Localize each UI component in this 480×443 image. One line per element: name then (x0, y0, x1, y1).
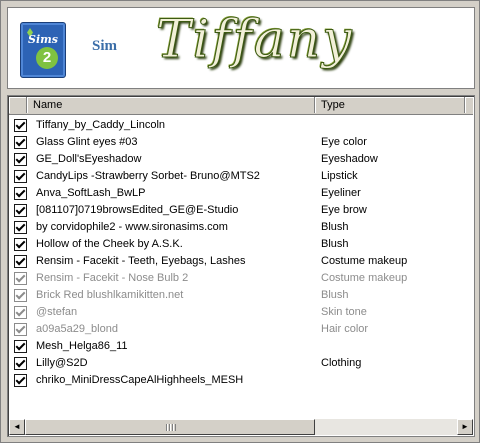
row-type: Blush (321, 289, 349, 301)
row-checkbox[interactable] (14, 374, 27, 387)
row-type: Hair color (321, 323, 369, 335)
row-name: GE_Doll'sEyeshadow (36, 153, 142, 165)
row-type: Costume makeup (321, 255, 408, 267)
row-checkbox[interactable] (14, 357, 27, 370)
row-checkbox[interactable] (14, 238, 27, 251)
row-checkbox[interactable] (14, 136, 27, 149)
table-row[interactable]: Hollow of the Cheek by A.S.K. Blush (9, 236, 473, 253)
table-row[interactable]: [081107]0719browsEdited_GE@E-Studio Eye b… (9, 202, 473, 219)
row-type: Blush (321, 221, 349, 233)
row-type: Lipstick (321, 170, 358, 182)
horizontal-scrollbar[interactable]: ◄ ► (9, 419, 473, 435)
row-type: Eye color (321, 136, 367, 148)
column-header-name[interactable]: Name (27, 97, 315, 113)
table-row[interactable]: a09a5a29_blond Hair color (9, 321, 473, 338)
table-row[interactable]: Glass Glint eyes #03 Eye color (9, 134, 473, 151)
row-name: Anva_SoftLash_BwLP (36, 187, 146, 199)
sims2-logo-icon: Sims 2 (20, 22, 66, 78)
sim-name-title: Tiffany (156, 10, 354, 71)
row-checkbox[interactable] (14, 187, 27, 200)
scroll-right-button[interactable]: ► (457, 419, 473, 435)
row-type: Blush (321, 238, 349, 250)
row-name: Brick Red blushlkamikitten.net (36, 289, 184, 301)
row-name: Hollow of the Cheek by A.S.K. (36, 238, 183, 250)
logo-number: 2 (36, 47, 58, 69)
row-name: Rensim - Facekit - Teeth, Eyebags, Lashe… (36, 255, 246, 267)
row-checkbox[interactable] (14, 204, 27, 217)
column-header-filler (465, 97, 473, 113)
sim-label: Sim (92, 38, 118, 54)
scrollbar-thumb[interactable] (25, 419, 315, 435)
table-row[interactable]: Lilly@S2D Clothing (9, 355, 473, 372)
row-checkbox[interactable] (14, 272, 27, 285)
row-name: [081107]0719browsEdited_GE@E-Studio (36, 204, 239, 216)
row-checkbox[interactable] (14, 323, 27, 336)
column-header-check[interactable] (9, 97, 27, 113)
header-banner: Sims 2 Sim Tiffany (7, 7, 475, 89)
row-checkbox[interactable] (14, 340, 27, 353)
row-checkbox[interactable] (14, 289, 27, 302)
row-name: chriko_MiniDressCapeAlHighheels_MESH (36, 374, 244, 386)
row-name: Glass Glint eyes #03 (36, 136, 138, 148)
table-row[interactable]: Rensim - Facekit - Nose Bulb 2 Costume ma… (9, 270, 473, 287)
row-name: a09a5a29_blond (36, 323, 118, 335)
row-type: Skin tone (321, 306, 367, 318)
package-list-view[interactable]: Name Type Tiffany_by_Caddy_Lincoln Glass … (7, 95, 475, 437)
table-row[interactable]: CandyLips -Strawberry Sorbet- Bruno@MTS2… (9, 168, 473, 185)
row-name: CandyLips -Strawberry Sorbet- Bruno@MTS2 (36, 170, 260, 182)
grip-icon (166, 424, 176, 431)
row-type: Eye brow (321, 204, 367, 216)
row-name: Lilly@S2D (36, 357, 88, 369)
table-row[interactable]: Rensim - Facekit - Teeth, Eyebags, Lashe… (9, 253, 473, 270)
row-type: Clothing (321, 357, 362, 369)
window-frame: Sims 2 Sim Tiffany Name Type Tiffany_by_… (0, 0, 480, 443)
row-name: Mesh_Helga86_11 (36, 340, 128, 352)
table-row[interactable]: Anva_SoftLash_BwLP Eyeliner (9, 185, 473, 202)
row-checkbox[interactable] (14, 153, 27, 166)
list-header: Name Type (9, 97, 473, 115)
logo-text: Sims (28, 33, 58, 46)
row-checkbox[interactable] (14, 119, 27, 132)
list-rows: Tiffany_by_Caddy_Lincoln Glass Glint eyes… (9, 117, 473, 389)
row-checkbox[interactable] (14, 170, 27, 183)
row-name: Tiffany_by_Caddy_Lincoln (36, 119, 166, 131)
table-row[interactable]: @stefan Skin tone (9, 304, 473, 321)
table-row[interactable]: chriko_MiniDressCapeAlHighheels_MESH (9, 372, 473, 389)
table-row[interactable]: GE_Doll'sEyeshadow Eyeshadow (9, 151, 473, 168)
row-type: Costume makeup (321, 272, 408, 284)
row-name: Rensim - Facekit - Nose Bulb 2 (36, 272, 189, 284)
scroll-left-button[interactable]: ◄ (9, 419, 25, 435)
column-header-type[interactable]: Type (315, 97, 465, 113)
row-name: by corvidophile2 - www.sironasims.com (36, 221, 228, 233)
row-checkbox[interactable] (14, 306, 27, 319)
row-name: @stefan (36, 306, 78, 318)
table-row[interactable]: Brick Red blushlkamikitten.net Blush (9, 287, 473, 304)
row-type: Eyeliner (321, 187, 361, 199)
table-row[interactable]: Tiffany_by_Caddy_Lincoln (9, 117, 473, 134)
row-type: Eyeshadow (321, 153, 378, 165)
row-checkbox[interactable] (14, 255, 27, 268)
table-row[interactable]: by corvidophile2 - www.sironasims.com Blu… (9, 219, 473, 236)
table-row[interactable]: Mesh_Helga86_11 (9, 338, 473, 355)
row-checkbox[interactable] (14, 221, 27, 234)
